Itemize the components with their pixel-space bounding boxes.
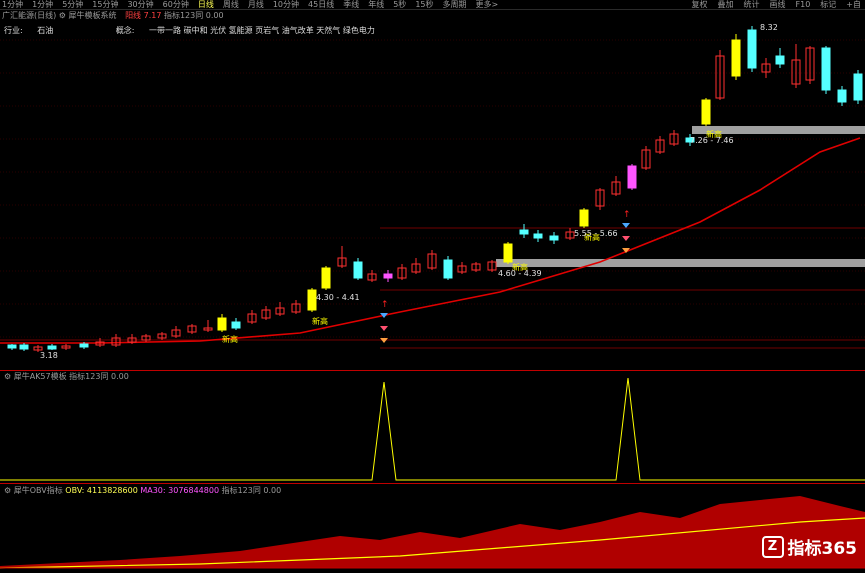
panel3-value: 0.00: [263, 486, 282, 495]
diamond-icon: [622, 223, 630, 228]
price-range-label: 4.30 - 4.41: [316, 293, 360, 302]
candle-body: [231, 321, 241, 329]
candle-body: [383, 273, 393, 279]
panel3-name[interactable]: 犀牛OBV指标: [14, 486, 63, 495]
candle-body: [533, 233, 543, 239]
candle-body: [321, 267, 331, 289]
candle-body: [579, 209, 589, 227]
candle-body: [307, 289, 317, 311]
candle-body: [549, 235, 559, 241]
price-range-label: 7.26 - 7.46: [690, 136, 734, 145]
price-range-label: 5.55 - 5.66: [574, 229, 618, 238]
watermark-text: 指标365: [787, 539, 858, 559]
panel-divider-2: [0, 483, 865, 484]
signal-line: [0, 377, 865, 481]
ma30-value: 3076844800: [168, 486, 220, 495]
new-high-label: 新高: [222, 334, 238, 344]
resistance-zone: [496, 259, 865, 267]
candle-body: [837, 89, 847, 103]
diamond-icon: [380, 326, 388, 331]
up-arrow-icon: ↑: [381, 300, 389, 310]
candle-body: [7, 344, 17, 349]
candle-body: [775, 55, 785, 65]
watermark: Z 指标365: [761, 534, 858, 559]
candle-body: [731, 39, 741, 77]
low-price-label: 3.18: [40, 351, 58, 360]
candle-body: [47, 345, 57, 350]
panel2-title: ⚙ 犀牛AK57模板 指标123同 0.00: [4, 372, 129, 382]
price-range-label: 4.60 - 4.39: [498, 269, 542, 278]
up-arrow-icon: ↑: [623, 210, 631, 220]
candle-body: [503, 243, 513, 263]
panel3-title: ⚙ 犀牛OBV指标 OBV: 4113828600 MA30: 30768448…: [4, 486, 281, 496]
panel2-label: 指标123同: [69, 372, 109, 381]
ma-line: [0, 137, 861, 344]
candle-body: [443, 259, 453, 279]
obv-area: [0, 496, 865, 568]
z-logo-icon: Z: [761, 535, 784, 558]
obv-value: 4113828600: [86, 486, 138, 495]
panel-divider-1: [0, 370, 865, 371]
candle-body: [747, 29, 757, 69]
panel3-label: 指标123同: [221, 486, 261, 495]
candle-body: [821, 47, 831, 91]
settings-icon[interactable]: ⚙: [4, 372, 11, 381]
panel2-value: 0.00: [111, 372, 129, 381]
ma30-label: MA30:: [140, 486, 166, 495]
candle-body: [853, 73, 863, 101]
obv-label: OBV:: [65, 486, 85, 495]
candle-body: [79, 343, 89, 348]
candle-body: [627, 165, 637, 189]
candle-body: [519, 229, 529, 235]
high-price-label: 8.32: [760, 23, 778, 32]
candle-body: [353, 261, 363, 279]
new-high-label: 新高: [312, 316, 328, 326]
settings-icon[interactable]: ⚙: [4, 486, 11, 495]
panel2-name[interactable]: 犀牛AK57模板: [14, 372, 67, 381]
candle-body: [217, 317, 227, 331]
diamond-icon: [622, 236, 630, 241]
candle-body: [19, 344, 29, 350]
candle-body: [701, 99, 711, 125]
